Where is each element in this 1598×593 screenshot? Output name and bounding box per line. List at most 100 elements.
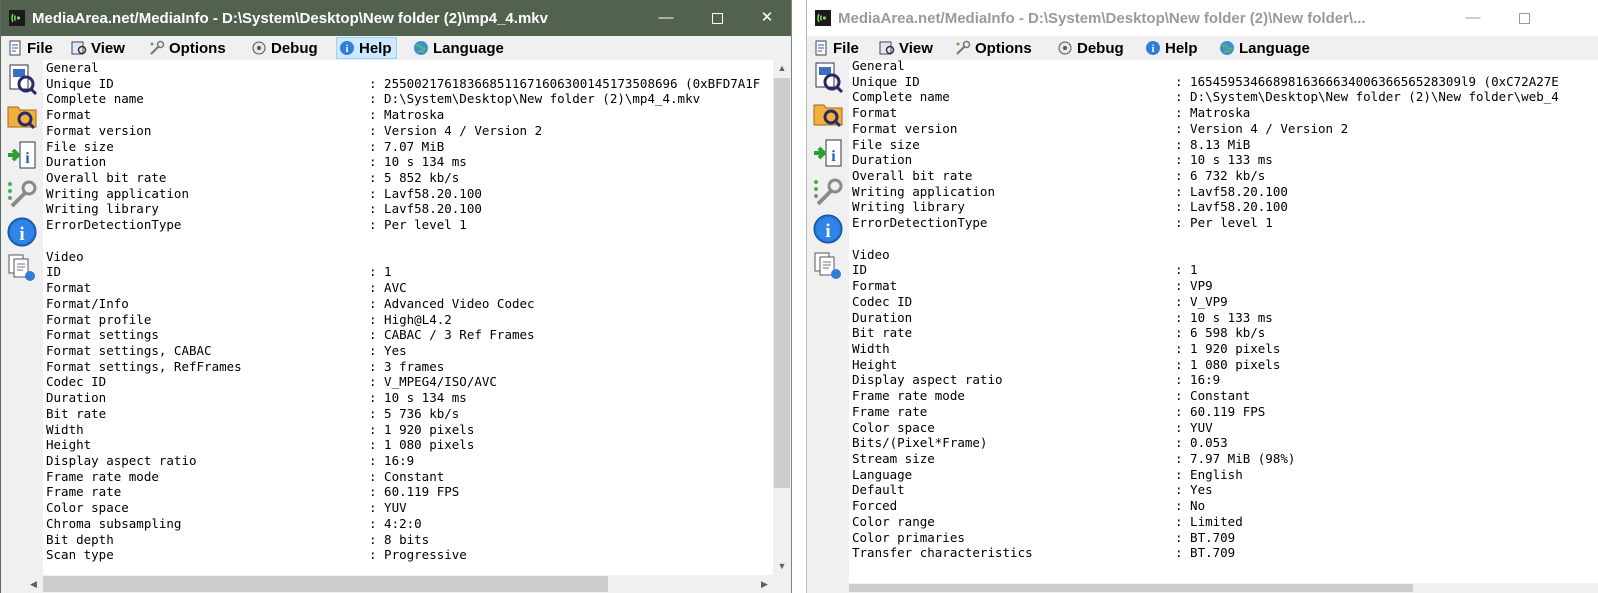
window-title: MediaArea.net/MediaInfo - D:\System\Desk…: [32, 10, 548, 27]
export-icon[interactable]: i: [6, 139, 38, 171]
info-value: : 4:2:0: [369, 515, 422, 531]
maximize-icon: [1518, 12, 1530, 24]
view-mode-icon[interactable]: [812, 250, 844, 282]
preferences-icon[interactable]: [6, 178, 38, 210]
horizontal-scrollbar[interactable]: [807, 583, 1598, 593]
scrollbar-corner: [773, 575, 791, 593]
open-folder-icon[interactable]: [812, 97, 844, 129]
menu-options[interactable]: Options: [955, 37, 1032, 59]
svg-text:i: i: [825, 221, 830, 242]
menu-help[interactable]: i Help: [1145, 37, 1198, 59]
file-menu-icon: [815, 40, 827, 56]
info-value: : 10 s 134 ms: [369, 154, 467, 170]
info-key: Video: [46, 248, 84, 264]
info-key: ID: [852, 262, 868, 278]
preferences-icon[interactable]: [812, 176, 844, 208]
info-key: Chroma subsampling: [46, 515, 182, 531]
info-key: Forced: [852, 498, 898, 514]
menu-language[interactable]: Language: [413, 37, 504, 59]
info-key: File size: [852, 136, 920, 152]
open-folder-icon[interactable]: [6, 99, 38, 131]
open-file-icon[interactable]: [6, 63, 38, 95]
menu-debug-label: Debug: [271, 39, 318, 57]
close-button[interactable]: ✕: [757, 8, 777, 28]
menu-language-label: Language: [433, 39, 504, 57]
maximize-button[interactable]: [1514, 8, 1534, 28]
about-icon[interactable]: i: [6, 216, 38, 248]
menu-bar: File View Options Debug i Help Language: [1, 36, 791, 60]
svg-text:i: i: [19, 224, 24, 245]
info-key: Format/Info: [46, 295, 129, 311]
info-value: : Version 4 / Version 2: [1175, 120, 1349, 136]
title-bar[interactable]: MediaArea.net/MediaInfo - D:\System\Desk…: [807, 0, 1598, 36]
menu-view[interactable]: View: [71, 37, 125, 59]
open-file-icon[interactable]: [812, 61, 844, 93]
minimize-button[interactable]: —: [1463, 8, 1483, 28]
menu-debug[interactable]: Debug: [1057, 37, 1124, 59]
scroll-left-arrow[interactable]: ◀: [25, 575, 42, 593]
vertical-scroll-thumb[interactable]: [774, 78, 790, 488]
info-key: General: [852, 60, 905, 73]
about-icon[interactable]: i: [812, 213, 844, 245]
window-title: MediaArea.net/MediaInfo - D:\System\Desk…: [838, 10, 1366, 27]
scroll-right-arrow[interactable]: ▶: [756, 575, 773, 593]
side-toolbar: i i: [1, 60, 43, 593]
minimize-button[interactable]: —: [656, 8, 676, 28]
menu-view[interactable]: View: [879, 37, 933, 59]
info-value: : Matroska: [1175, 105, 1251, 121]
info-value: : Constant: [1175, 388, 1251, 404]
view-mode-icon[interactable]: [6, 252, 38, 284]
info-text-area[interactable]: General Unique ID: 1654595346689816366634…: [849, 60, 1598, 583]
info-value: : 8 bits: [369, 531, 430, 547]
horizontal-scrollbar[interactable]: ◀ ▶: [1, 575, 773, 593]
info-key: Duration: [46, 154, 107, 170]
horizontal-scroll-thumb[interactable]: [849, 584, 1413, 592]
info-key: Video: [852, 246, 890, 262]
info-key: Overall bit rate: [46, 170, 167, 186]
info-value: : Advanced Video Codec: [369, 295, 535, 311]
info-value: : 25500217618366851167160630014517350869…: [369, 75, 761, 91]
info-value: : Per level 1: [369, 217, 467, 233]
info-key: Complete name: [852, 89, 950, 105]
info-key: Stream size: [852, 450, 935, 466]
info-key: Format: [852, 278, 898, 294]
info-key: Language: [852, 466, 913, 482]
language-menu-icon: [1220, 41, 1234, 55]
info-key: Format settings, CABAC: [46, 342, 212, 358]
maximize-button[interactable]: [707, 8, 727, 28]
info-key: Frame rate: [46, 484, 122, 500]
title-bar[interactable]: MediaArea.net/MediaInfo - D:\System\Desk…: [1, 0, 791, 36]
info-value: : 3 frames: [369, 358, 445, 374]
info-key: General: [46, 60, 99, 75]
info-key: Scan type: [46, 547, 114, 563]
info-value: : Version 4 / Version 2: [369, 122, 543, 138]
info-value: : Yes: [1175, 482, 1213, 498]
info-value: : CABAC / 3 Ref Frames: [369, 327, 535, 343]
menu-file-label: File: [27, 39, 53, 57]
view-menu-icon: [879, 41, 895, 55]
info-value: : 10 s 133 ms: [1175, 309, 1273, 325]
info-key: Writing application: [46, 185, 189, 201]
menu-help[interactable]: i Help: [336, 37, 397, 59]
info-key: Frame rate: [852, 403, 928, 419]
menu-file[interactable]: File: [7, 37, 53, 59]
info-key: Height: [46, 437, 92, 453]
menu-debug[interactable]: Debug: [251, 37, 318, 59]
info-text-area[interactable]: General Unique ID: 2550021761836685116716…: [43, 60, 773, 575]
menu-language[interactable]: Language: [1219, 37, 1310, 59]
vertical-scrollbar[interactable]: ▲ ▼: [773, 60, 791, 575]
scroll-down-arrow[interactable]: ▼: [773, 558, 791, 575]
menu-file[interactable]: File: [813, 37, 859, 59]
info-key: ID: [46, 264, 62, 280]
help-menu-icon: i: [340, 41, 354, 55]
info-key: Color space: [852, 419, 935, 435]
horizontal-scroll-thumb[interactable]: [43, 576, 608, 592]
info-value: : 16:9: [1175, 372, 1221, 388]
menu-options[interactable]: Options: [149, 37, 226, 59]
info-key: Writing library: [852, 199, 965, 215]
export-icon[interactable]: i: [812, 137, 844, 169]
info-key: Format version: [852, 120, 958, 136]
info-value: : BT.709: [1175, 545, 1236, 561]
scroll-up-arrow[interactable]: ▲: [773, 60, 791, 77]
info-value: : 10 s 134 ms: [369, 390, 467, 406]
